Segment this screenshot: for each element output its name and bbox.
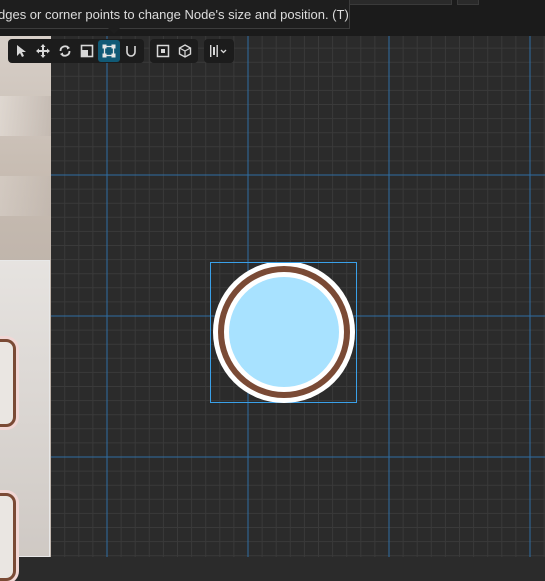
pivot-icon <box>156 44 170 58</box>
circle-node <box>213 261 355 403</box>
select-tool-button[interactable] <box>10 40 32 62</box>
move-icon <box>36 44 50 58</box>
transform-toolbar <box>8 39 234 63</box>
space-tool-button[interactable] <box>174 40 196 62</box>
scale-tool-button[interactable] <box>76 40 98 62</box>
tool-tooltip: dges or corner points to change Node's s… <box>0 0 350 29</box>
rect-transform-icon <box>102 44 116 58</box>
snap-tool-button[interactable] <box>120 40 142 62</box>
move-tool-button[interactable] <box>32 40 54 62</box>
transform-tools-group <box>8 39 144 63</box>
selected-sprite-frame[interactable] <box>0 260 50 581</box>
rotate-icon <box>59 45 71 57</box>
top-input-field[interactable] <box>345 0 452 5</box>
rect-tool-button[interactable] <box>98 40 120 62</box>
pivot-tools-group <box>150 39 198 63</box>
node-fill <box>229 277 339 387</box>
align-tools-group <box>204 39 234 63</box>
rotate-tool-button[interactable] <box>54 40 76 62</box>
arrow-icon <box>17 45 26 57</box>
sprite-item <box>0 339 16 427</box>
align-icon <box>210 45 227 57</box>
node-selection-box[interactable] <box>210 261 357 403</box>
align-tool-button[interactable] <box>206 40 232 62</box>
scale-icon <box>80 44 94 58</box>
tooltip-text: dges or corner points to change Node's s… <box>0 7 349 22</box>
tooltip-arrow <box>108 28 120 34</box>
sprite-item <box>0 493 16 581</box>
magnet-icon <box>126 46 136 57</box>
cube-icon <box>178 44 192 58</box>
pivot-tool-button[interactable] <box>152 40 174 62</box>
top-input-small[interactable] <box>457 0 479 5</box>
